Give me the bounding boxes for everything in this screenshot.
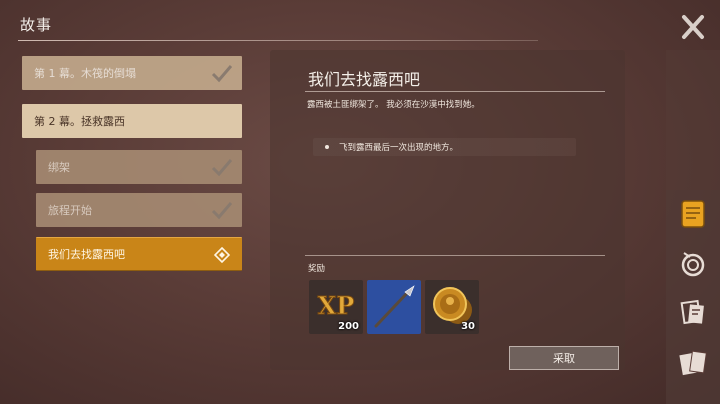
cards-tab-icon (679, 350, 707, 376)
chapter-label: 第 2 幕。拯救露西 (34, 115, 125, 128)
checkmark-icon (211, 65, 233, 83)
checkmark-icon (211, 202, 233, 220)
scroll-tab-icon (681, 200, 705, 228)
tab-story[interactable] (672, 193, 714, 235)
quest-item-find-lucy[interactable]: 我们去找露西吧 (36, 237, 242, 271)
chapter-2-item[interactable]: 第 2 幕。拯救露西 (22, 104, 242, 138)
tab-tasks[interactable] (672, 243, 714, 285)
rewards-divider (305, 255, 605, 256)
quest-title-divider (305, 91, 605, 92)
quest-item-journey-begins[interactable]: 旅程开始 (36, 193, 242, 227)
checkmark-icon (211, 159, 233, 177)
rope-tab-icon (681, 252, 705, 277)
claim-button[interactable]: 采取 (509, 346, 619, 370)
reward-count: 200 (338, 321, 359, 332)
reward-spear[interactable] (367, 280, 421, 334)
quest-title: 我们去找露西吧 (308, 70, 421, 89)
reward-gold-coins[interactable]: 30 (425, 280, 479, 334)
spear-icon (367, 280, 421, 334)
chapter-1-item[interactable]: 第 1 幕。木筏的倒塌 (22, 56, 242, 90)
objective-bullet-icon (325, 145, 329, 149)
story-title: 故事 (20, 16, 53, 34)
quest-label: 我们去找露西吧 (48, 248, 125, 261)
tab-cards[interactable] (672, 342, 714, 384)
quest-description: 露西被土匪绑架了。 我必须在沙漠中找到她。 (307, 100, 480, 110)
notes-tab-icon (680, 299, 704, 325)
reward-count: 30 (461, 321, 475, 332)
quest-objective: 飞到露西最后一次出现的地方。 (313, 138, 576, 156)
chapter-label: 第 1 幕。木筏的倒塌 (34, 67, 136, 80)
objective-text: 飞到露西最后一次出现的地方。 (339, 143, 459, 153)
close-icon (682, 15, 704, 39)
xp-icon-text: XP (318, 291, 355, 320)
rewards-label: 奖励 (308, 264, 326, 274)
side-tab-bar-top (666, 50, 720, 190)
active-diamond-icon (214, 247, 230, 263)
quest-label: 绑架 (48, 161, 70, 174)
title-divider (18, 40, 538, 41)
tab-notes[interactable] (672, 292, 714, 334)
quest-label: 旅程开始 (48, 204, 92, 217)
close-button[interactable] (676, 12, 710, 42)
quest-item-kidnapping[interactable]: 绑架 (36, 150, 242, 184)
reward-xp[interactable]: XP 200 (309, 280, 363, 334)
